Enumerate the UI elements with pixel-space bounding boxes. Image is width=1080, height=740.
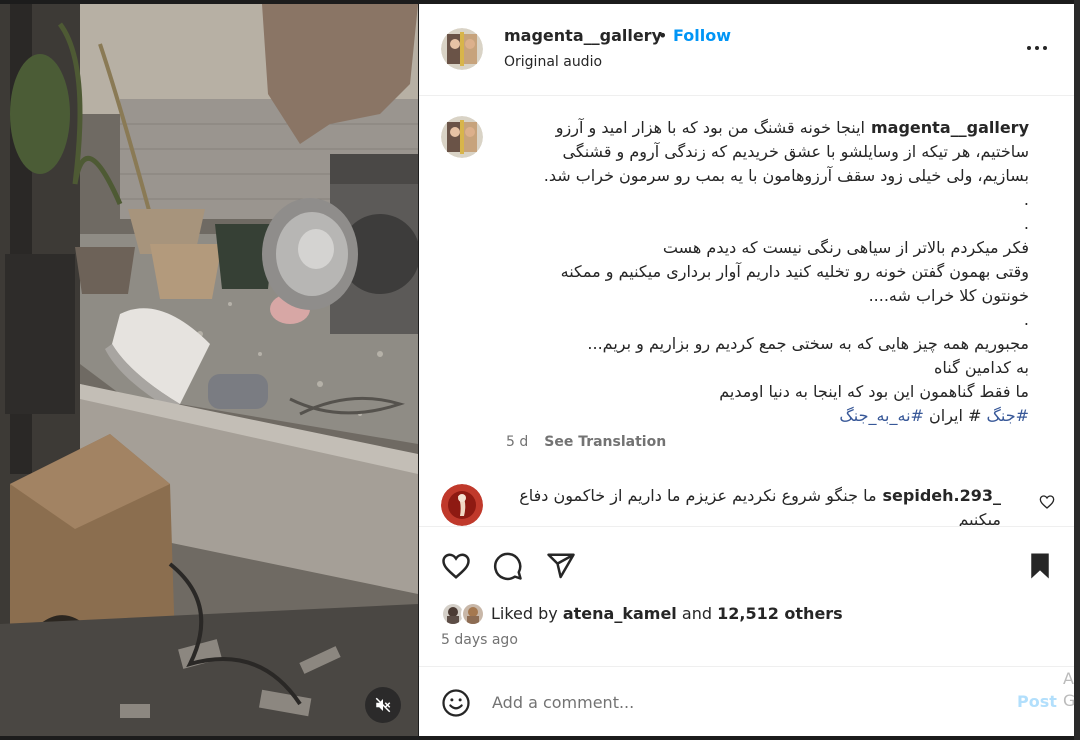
caption-line: ما فقط گناهمون این بود که اینجا به دنیا …	[719, 382, 1029, 401]
header-separator: •	[658, 26, 668, 45]
emoji-icon[interactable]	[441, 688, 471, 722]
video-frame-image	[0, 4, 418, 736]
caption-meta: 5 d See Translation	[506, 434, 666, 450]
liker-avatars	[441, 600, 491, 628]
post-timestamp[interactable]: 5 days ago	[441, 632, 518, 648]
caption-username[interactable]: magenta__gallery	[871, 118, 1029, 137]
likes-text: Liked by atena_kamel and 12,512 others	[491, 604, 843, 623]
likes-prefix: Liked by	[491, 604, 558, 623]
post-header: magenta__gallery • Follow Original audio	[419, 4, 1074, 96]
caption-word-iran: ایران	[929, 406, 963, 425]
comment-text-block: sepideh.293_ما جنگو شروع نکردیم عزیزم ما…	[506, 484, 1001, 526]
share-icon[interactable]	[546, 551, 576, 585]
caption-line: مجبوریم همه چیز هایی که به سختی جمع کردی…	[587, 334, 1029, 353]
caption-avatar[interactable]	[441, 116, 483, 158]
hashtag-jang[interactable]: #جنگ	[987, 406, 1029, 425]
background-edge	[1074, 0, 1080, 740]
mute-button[interactable]	[365, 687, 401, 723]
post-actions: Liked by atena_kamel and 12,512 others 5…	[419, 526, 1074, 666]
author-avatar[interactable]	[441, 28, 483, 70]
bookmark-icon[interactable]	[1025, 551, 1055, 585]
muted-speaker-icon	[374, 696, 392, 714]
caption-line: فکر میکردم بالاتر از سیاهی رنگی نیست که …	[662, 238, 1029, 257]
liker-avatar[interactable]	[461, 602, 485, 626]
more-options-button[interactable]	[1025, 36, 1049, 60]
follow-button[interactable]: Follow	[673, 26, 731, 45]
caption-line: magenta__gallery اینجا خونه قشنگ من بود ک…	[479, 116, 1029, 140]
caption-line: ساختیم، هر تیکه از وسایلشو با عشق خریدیم…	[562, 142, 1029, 161]
post-caption: magenta__gallery اینجا خونه قشنگ من بود ک…	[479, 116, 1029, 428]
hashtag-symbol: #	[968, 406, 982, 425]
caption-line: به کدامین گناه	[934, 358, 1029, 377]
comment-like-icon[interactable]	[1039, 494, 1055, 514]
likes-others-link[interactable]: 12,512 others	[717, 604, 843, 623]
instagram-post-modal: magenta__gallery • Follow Original audio…	[0, 0, 1080, 740]
caption-hashtags: #جنگ # ایران #نه_به_جنگ	[479, 404, 1029, 428]
comment-item: sepideh.293_ما جنگو شروع نکردیم عزیزم ما…	[419, 474, 1074, 526]
likes-and: and	[681, 604, 712, 623]
commenter-avatar[interactable]	[441, 484, 483, 526]
caption-line: خونتون کلا خراب شه....	[868, 286, 1029, 305]
post-details-panel: magenta__gallery • Follow Original audio…	[419, 4, 1074, 736]
commenter-username[interactable]: sepideh.293_	[883, 486, 1001, 505]
caption-age[interactable]: 5 d	[506, 434, 528, 450]
add-comment-bar: Post	[419, 666, 1074, 736]
caption-line: .	[1023, 190, 1029, 209]
caption-line: .	[1023, 214, 1029, 233]
likes-user-link[interactable]: atena_kamel	[563, 604, 677, 623]
see-translation-button[interactable]: See Translation	[544, 434, 666, 450]
hashtag-no-to-war[interactable]: #نه_به_جنگ	[839, 406, 924, 425]
comment-input[interactable]	[492, 687, 1002, 717]
comment-icon[interactable]	[493, 551, 523, 585]
audio-label[interactable]: Original audio	[504, 54, 602, 70]
author-username[interactable]: magenta__gallery	[504, 26, 662, 45]
caption-line: وقتی بهمون گفتن خونه رو تخلیه کنید داریم…	[560, 262, 1029, 281]
more-options-icon	[1027, 46, 1031, 50]
caption-text: اینجا خونه قشنگ من بود که با هزار امید و…	[555, 118, 865, 137]
caption-line: .	[1023, 310, 1029, 329]
caption-line: بسازیم، ولی خیلی زود سقف آرزوهامون با یه…	[543, 166, 1029, 185]
post-video[interactable]	[0, 4, 418, 736]
heart-icon[interactable]	[441, 551, 471, 585]
background-edge-text: A G	[1063, 669, 1076, 710]
post-comment-button[interactable]: Post	[1017, 692, 1057, 711]
